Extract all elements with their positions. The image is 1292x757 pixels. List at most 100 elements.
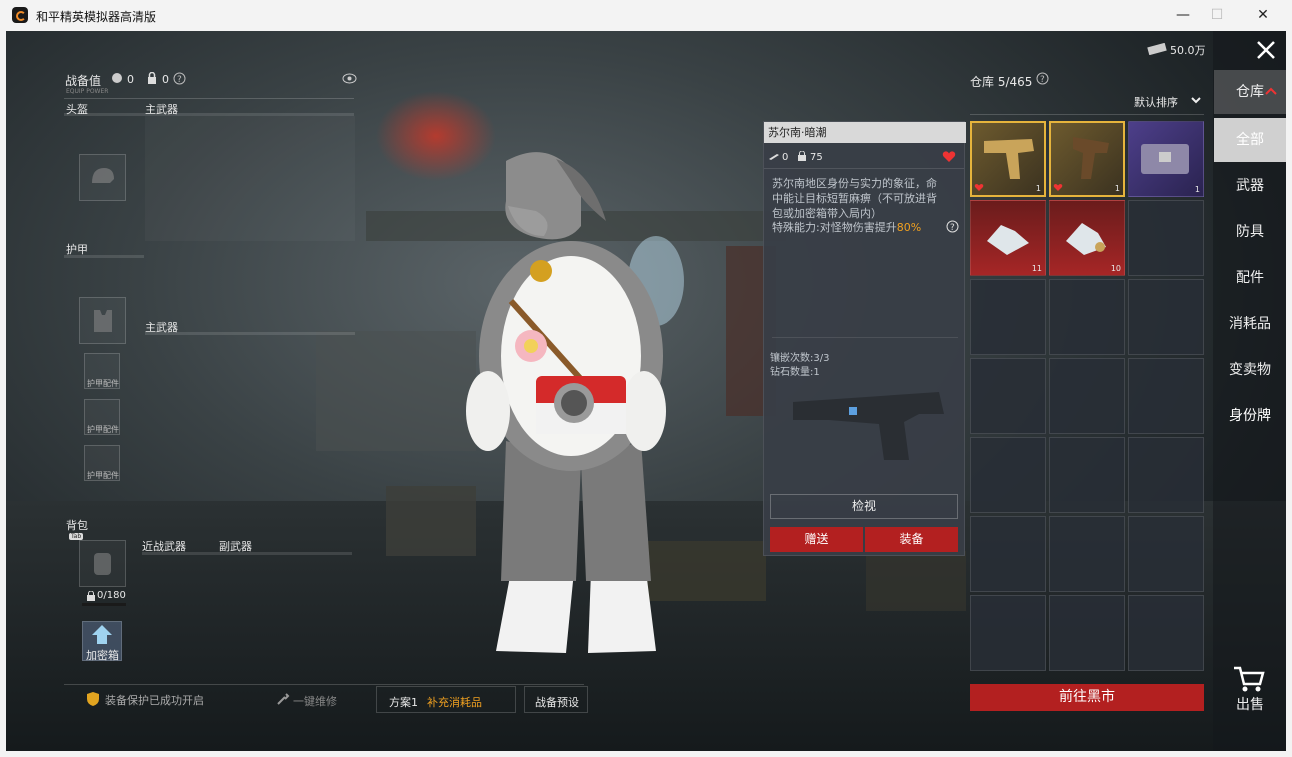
inventory-slot-empty[interactable] [970, 279, 1046, 355]
safebox-slot[interactable]: 加密箱 [82, 621, 122, 662]
item-count: 1 [1194, 185, 1200, 194]
lock-icon [798, 151, 806, 161]
item-stat-b: 75 [810, 152, 823, 163]
backpack-slot[interactable] [79, 540, 126, 587]
primary-weapon-slot[interactable] [145, 116, 355, 241]
coin-icon [112, 73, 122, 83]
safebox-label: 加密箱 [86, 649, 119, 662]
divider [764, 168, 964, 169]
item-count: 1 [1114, 184, 1120, 193]
helmet-slot[interactable] [79, 154, 126, 201]
help-icon[interactable]: ? [946, 220, 959, 233]
black-market-button[interactable]: 前往黑市 [970, 684, 1204, 711]
inventory-slot-empty[interactable] [1128, 516, 1204, 592]
app-logo-icon [12, 7, 28, 23]
eye-icon[interactable] [342, 72, 357, 85]
inventory-item[interactable]: 1 [970, 121, 1046, 197]
diamond-count: 钻石数量:1 [770, 367, 820, 378]
game-viewport: 战备值 EQUIP POWER 0 0 ? 头盔 主武器 护甲 主武器 护甲配件… [6, 31, 1286, 751]
close-icon[interactable] [1255, 39, 1277, 61]
item-name: 苏尔南·暗潮 [764, 122, 966, 143]
item-stat-a: 0 [782, 152, 789, 163]
inventory-slot-empty[interactable] [1128, 279, 1204, 355]
plan-label: 方案1 [389, 696, 418, 709]
backpack-capacity: 0/180 [97, 590, 126, 601]
armor-part-label: 护甲配件 [87, 425, 119, 434]
armor-part-slot[interactable]: 护甲配件 [84, 353, 120, 389]
tab-consumables[interactable]: 消耗品 [1214, 302, 1286, 346]
safebox-icon [92, 625, 112, 644]
capacity-bar [82, 603, 126, 606]
currency-amount: 50.0万 [1170, 44, 1206, 57]
inventory-item[interactable]: 10 [1049, 200, 1125, 276]
plan-selector[interactable]: 方案1 补充消耗品 [376, 686, 516, 713]
inspect-button[interactable]: 检视 [770, 494, 958, 519]
inventory-slot-empty[interactable] [1049, 358, 1125, 434]
lock-icon [148, 72, 156, 84]
inventory-item[interactable]: 1 [1128, 121, 1204, 197]
favorite-heart-icon[interactable] [942, 150, 956, 163]
chevron-up-icon [1265, 87, 1277, 95]
divider [64, 684, 584, 685]
sell-button[interactable]: 出售 [1214, 683, 1286, 727]
loadout-preset-button[interactable]: 战备预设 [524, 686, 588, 713]
tab-valuables[interactable]: 变卖物 [1214, 348, 1286, 392]
favorite-heart-icon [1053, 184, 1063, 191]
inventory-item[interactable]: 1 [1049, 121, 1125, 197]
currency-icon [1147, 43, 1167, 55]
inventory-slot-empty[interactable] [970, 516, 1046, 592]
inventory-slot-empty[interactable] [970, 358, 1046, 434]
item-ability: 特殊能力:对怪物伤害提升80% [772, 219, 921, 235]
inventory-slot-empty[interactable] [1049, 516, 1125, 592]
tab-all[interactable]: 全部 [1214, 118, 1286, 162]
inventory-slot-empty[interactable] [1128, 358, 1204, 434]
repair-all-button[interactable]: 一键维修 [293, 693, 337, 709]
item-description: 苏尔南地区身份与实力的象征，命中能让目标短暂麻痹（不可放进背包或加密箱带入局内） [772, 177, 937, 220]
app-window: 和平精英模拟器高清版 — ☐ ✕ 战备值 EQUIP POWER 0 0 ? 头… [0, 0, 1292, 757]
inventory-item[interactable]: 11 [970, 200, 1046, 276]
help-icon[interactable]: ? [1036, 72, 1049, 85]
help-icon[interactable]: ? [173, 72, 186, 85]
armor-part-slot[interactable]: 护甲配件 [84, 445, 120, 481]
combat-power-sub: EQUIP POWER [66, 88, 109, 95]
inventory-title: 仓库 5/465 [970, 75, 1033, 89]
window-close-button[interactable]: ✕ [1246, 4, 1280, 26]
inventory-slot-empty[interactable] [970, 595, 1046, 671]
inventory-slot-empty[interactable] [1128, 200, 1204, 276]
divider [970, 114, 1204, 115]
refill-consumables-button[interactable]: 补充消耗品 [427, 694, 482, 710]
svg-text:?: ? [950, 223, 955, 233]
chevron-down-icon[interactable] [1190, 95, 1202, 105]
svg-text:?: ? [1040, 75, 1045, 85]
favorite-heart-icon [974, 184, 984, 191]
sort-dropdown[interactable]: 默认排序 [1134, 94, 1178, 110]
tab-parts[interactable]: 配件 [1214, 256, 1286, 300]
tab-id-tags[interactable]: 身份牌 [1214, 394, 1286, 438]
item-detail-panel: 苏尔南·暗潮 0 75 苏尔南地区身份与实力的象征，命中能让目标短暂麻痹（不可放… [763, 121, 966, 556]
inventory-slot-empty[interactable] [1128, 595, 1204, 671]
inventory-slot-empty[interactable] [1049, 279, 1125, 355]
tab-armor[interactable]: 防具 [1214, 210, 1286, 254]
item-count: 1 [1035, 184, 1041, 193]
equipment-protect-status: 装备保护已成功开启 [105, 694, 204, 707]
backpack-hint: Tab [69, 533, 84, 540]
item-count: 10 [1110, 264, 1121, 273]
equip-button[interactable]: 装备 [865, 527, 958, 552]
maximize-button[interactable]: ☐ [1200, 4, 1234, 26]
inventory-slot-empty[interactable] [970, 437, 1046, 513]
minimize-button[interactable]: — [1166, 4, 1200, 26]
armor-part-slot[interactable]: 护甲配件 [84, 399, 120, 435]
tab-weapons[interactable]: 武器 [1214, 164, 1286, 208]
gift-button[interactable]: 赠送 [770, 527, 863, 552]
armor-slot[interactable] [79, 297, 126, 344]
svg-text:?: ? [177, 75, 182, 85]
crate-icon [1141, 144, 1189, 174]
divider [64, 255, 144, 258]
wrench-icon [277, 693, 290, 705]
divider [772, 337, 958, 338]
inventory-slot-empty[interactable] [1049, 595, 1125, 671]
diamond-icon [987, 225, 1029, 255]
inventory-slot-empty[interactable] [1128, 437, 1204, 513]
inventory-slot-empty[interactable] [1049, 437, 1125, 513]
lock-icon [87, 591, 95, 601]
